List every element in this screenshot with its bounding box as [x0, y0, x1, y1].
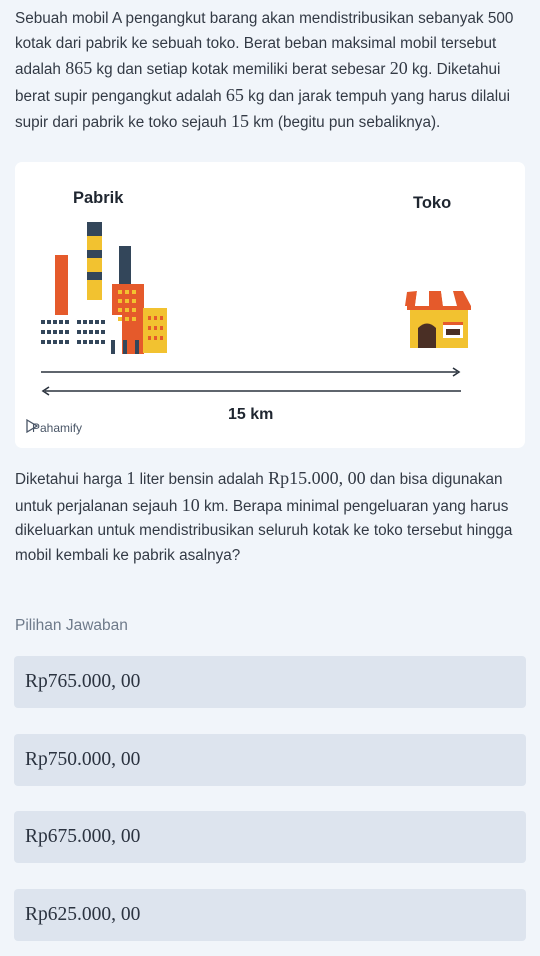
illustration-card: Pabrik Toko 15 km Pahamify	[15, 162, 525, 448]
pahamify-logo: Pahamify	[26, 419, 82, 435]
choice-a-text: Rp765.000, 00	[25, 671, 141, 692]
choice-d-text: Rp625.000, 00	[25, 904, 141, 925]
math-value: 10	[181, 494, 200, 515]
question-text-part1: Sebuah mobil A pengangkut barang akan me…	[15, 7, 527, 136]
choice-a[interactable]: Rp765.000, 00	[14, 656, 526, 708]
text-run: km (begitu pun sebaliknya).	[248, 114, 441, 132]
choice-d[interactable]: Rp625.000, 00	[14, 889, 526, 941]
choice-b-text: Rp750.000, 00	[25, 749, 141, 770]
math-value: 15	[230, 111, 249, 132]
choice-c[interactable]: Rp675.000, 00	[14, 811, 526, 863]
text-run: liter bensin adalah	[135, 471, 269, 488]
factory-icon	[40, 222, 167, 354]
text-run: Diketahui harga	[15, 471, 127, 488]
question-text-part2: Diketahui harga 1 liter bensin adalah Rp…	[15, 466, 527, 568]
choice-c-text: Rp675.000, 00	[25, 826, 141, 847]
distance-label: 15 km	[228, 406, 274, 423]
choice-b[interactable]: Rp750.000, 00	[14, 734, 526, 786]
math-value: 865	[65, 58, 93, 79]
math-value: Rp15.000, 00	[268, 468, 366, 488]
choices-title: Pilihan Jawaban	[15, 617, 128, 634]
math-value: 65	[225, 84, 244, 105]
logo-text: Pahamify	[32, 421, 83, 435]
text-run: kg dan setiap kotak memiliki berat sebes…	[92, 61, 390, 79]
shop-icon	[405, 291, 471, 348]
math-value: 20	[389, 58, 408, 79]
